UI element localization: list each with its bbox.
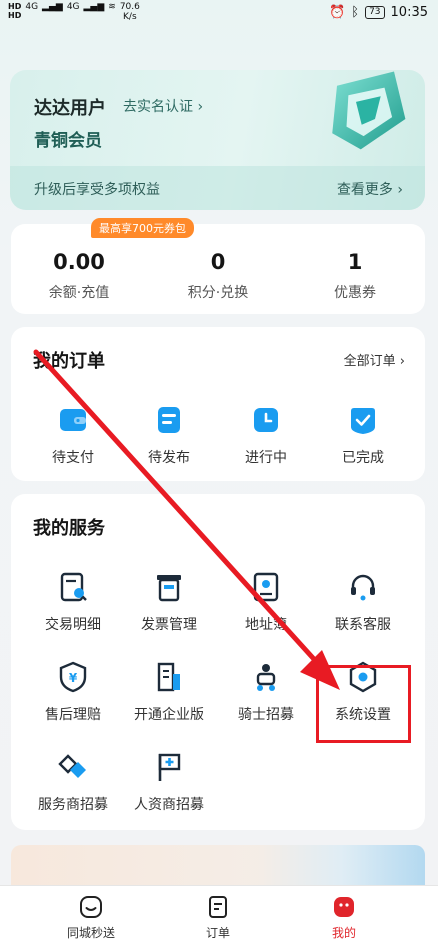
service-transaction-details[interactable]: 交易明细 <box>25 570 121 634</box>
svg-text:¥: ¥ <box>69 671 78 685</box>
verify-link[interactable]: 去实名认证 › <box>123 96 203 116</box>
service-address-book-label: 地址簿 <box>245 617 287 633</box>
signal-icon-2: ▂▄▆ <box>83 2 105 12</box>
service-hr-recruit[interactable]: 人资商招募 <box>121 750 217 814</box>
balance-value: 0.00 <box>53 250 105 274</box>
order-pending-payment-label: 待支付 <box>52 450 94 466</box>
tab-same-city-label: 同城秒送 <box>66 926 115 940</box>
wallet-icon <box>60 409 86 431</box>
order-completed[interactable]: 已完成 <box>315 403 411 467</box>
services-title: 我的服务 <box>33 518 105 539</box>
service-customer-support[interactable]: 联系客服 <box>315 570 411 634</box>
service-rider-recruit[interactable]: 骑士招募 <box>218 660 314 724</box>
upgrade-text: 升级后享受多项权益 <box>34 182 160 198</box>
tab-mine[interactable]: 我的 <box>299 894 389 941</box>
network-speed: 70.6 K/s <box>119 2 140 22</box>
handshake-icon <box>58 754 86 778</box>
headset-icon <box>351 574 375 601</box>
coupon-label: 优惠券 <box>334 285 376 301</box>
profile-icon <box>334 897 354 917</box>
member-badge-icon <box>332 71 406 150</box>
promo-badge: 最高享700元券包 <box>91 218 194 238</box>
flag-plus-icon <box>158 753 181 781</box>
document-icon <box>158 407 180 433</box>
wallet-card: 最高享700元券包 0.00 余额·充值 0 积分·兑换 1 优惠券 <box>11 218 425 314</box>
hd-indicator: HD HD <box>8 2 22 20</box>
service-hr-recruit-label: 人资商招募 <box>134 797 204 813</box>
order-to-publish-label: 待发布 <box>148 450 190 466</box>
member-level: 青铜会员 <box>34 131 102 151</box>
service-after-sales-label: 售后理赔 <box>45 707 101 723</box>
tab-mine-label: 我的 <box>331 926 356 940</box>
service-after-sales[interactable]: ¥ 售后理赔 <box>25 660 121 724</box>
signal-label: 4G <box>25 2 39 12</box>
signal-label-2: 4G <box>66 2 80 12</box>
rider-icon <box>256 664 276 691</box>
balance-stat[interactable]: 0.00 余额·充值 <box>19 250 139 302</box>
tab-orders-label: 订单 <box>205 926 230 940</box>
signal-icon: ▂▄▆ <box>42 2 63 12</box>
service-invoice[interactable]: 发票管理 <box>121 570 217 634</box>
coupon-stat[interactable]: 1 优惠券 <box>295 250 415 302</box>
clock-icon <box>254 408 278 432</box>
balance-label: 余额·充值 <box>48 285 110 301</box>
service-rider-recruit-label: 骑士招募 <box>238 707 294 723</box>
service-transaction-details-label: 交易明细 <box>45 617 101 633</box>
wifi-icon: ≋ <box>108 2 116 12</box>
check-icon <box>351 408 375 434</box>
service-provider-recruit[interactable]: 服务商招募 <box>25 750 121 814</box>
invoice-icon <box>157 575 181 602</box>
yen-shield-icon: ¥ <box>59 661 87 693</box>
smile-bag-icon <box>80 896 102 918</box>
orders-card: 我的订单 全部订单 › 待支付 待发布 进行中 已完成 <box>11 327 425 481</box>
order-list-icon <box>209 896 227 918</box>
receipt-search-icon <box>60 572 87 602</box>
view-more-link[interactable]: 查看更多 › <box>337 179 403 199</box>
services-card: 我的服务 交易明细 发票管理 地址簿 联系客服 ¥ 售后理赔 开通企业版 骑士招… <box>11 494 425 830</box>
alarm-icon: ⏰ <box>329 5 346 20</box>
bluetooth-icon: ᛒ <box>351 5 360 20</box>
service-invoice-label: 发票管理 <box>141 617 197 633</box>
tab-same-city[interactable]: 同城秒送 <box>46 894 136 941</box>
service-customer-support-label: 联系客服 <box>335 617 391 633</box>
service-enterprise-label: 开通企业版 <box>134 707 204 723</box>
points-value: 0 <box>210 250 226 274</box>
tab-orders[interactable]: 订单 <box>173 894 263 941</box>
order-in-progress-label: 进行中 <box>245 450 287 466</box>
status-bar: HD HD 4G ▂▄▆ 4G ▂▄▆ ≋ 70.6 K/s ⏰ ᛒ 73 10… <box>0 0 438 28</box>
points-label: 积分·兑换 <box>187 285 249 301</box>
address-book-icon <box>253 572 279 602</box>
member-card[interactable]: 达达用户 去实名认证 › 青铜会员 升级后享受多项权益 查看更多 › <box>10 70 425 210</box>
user-name: 达达用户 <box>34 98 106 119</box>
coupon-value: 1 <box>347 250 363 274</box>
building-icon <box>157 662 180 692</box>
order-pending-payment[interactable]: 待支付 <box>25 403 121 467</box>
all-orders-link[interactable]: 全部订单 › <box>344 350 405 369</box>
bottom-tab-bar: 同城秒送 订单 我的 <box>0 885 438 948</box>
service-provider-recruit-label: 服务商招募 <box>38 797 108 813</box>
orders-title: 我的订单 <box>33 351 105 372</box>
order-in-progress[interactable]: 进行中 <box>218 403 314 467</box>
service-enterprise[interactable]: 开通企业版 <box>121 660 217 724</box>
battery-icon: 73 <box>365 6 385 19</box>
annotation-highlight-box <box>316 665 411 743</box>
service-address-book[interactable]: 地址簿 <box>218 570 314 634</box>
clock-time: 10:35 <box>390 5 428 20</box>
points-stat[interactable]: 0 积分·兑换 <box>158 250 278 302</box>
order-to-publish[interactable]: 待发布 <box>121 403 217 467</box>
order-completed-label: 已完成 <box>342 450 384 466</box>
